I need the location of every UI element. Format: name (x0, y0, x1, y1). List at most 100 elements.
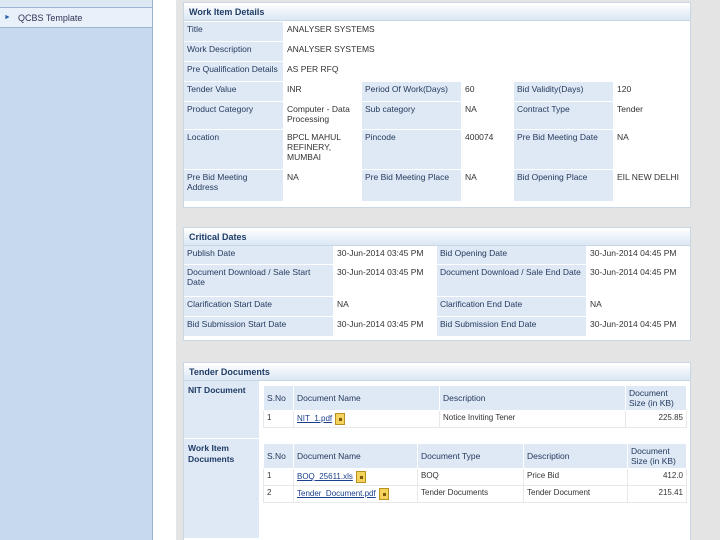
col-description: Description (439, 385, 626, 411)
product-category-value: Computer - Data Processing (284, 102, 362, 130)
left-sidebar: ► QCBS Template (0, 0, 153, 540)
bid-opening-date-value: 30-Jun-2014 04:45 PM (587, 246, 688, 265)
sidebar-item-label: QCBS Template (18, 12, 83, 23)
work-description-value: ANALYSER SYSTEMS (284, 42, 690, 62)
prequalification-value: AS PER RFQ (284, 62, 690, 82)
sidebar-top-strip (0, 0, 152, 8)
row-sno: 2 (263, 485, 294, 503)
title-label: Title (184, 22, 284, 42)
row-sno: 1 (263, 468, 294, 486)
nit-document-label: NIT Document (184, 381, 260, 439)
prebid-date-value: NA (614, 130, 690, 170)
row-document-name: BOQ_25611.xls (293, 468, 418, 486)
panel-title: Critical Dates (184, 228, 690, 246)
contract-type-label: Contract Type (514, 102, 614, 130)
prebid-place-value: NA (462, 170, 514, 202)
bid-opening-date-label: Bid Opening Date (437, 246, 587, 265)
clarification-start-value: NA (334, 297, 437, 317)
table-row: 1 NIT_1.pdf Notice Inviting Tener 225.85 (263, 410, 687, 428)
work-item-details-panel: Work Item Details Title ANALYSER SYSTEMS… (183, 2, 691, 208)
col-document-name: Document Name (293, 385, 440, 411)
tender-value-label: Tender Value (184, 82, 284, 102)
row-description: Tender Document (523, 485, 628, 503)
row-size: 215.41 (627, 485, 687, 503)
arrow-right-icon: ► (4, 14, 11, 21)
nit-document-block: NIT Document S.No Document Name Descript… (184, 381, 690, 439)
work-description-label: Work Description (184, 42, 284, 62)
document-link[interactable]: BOQ_25611.xls (297, 472, 353, 481)
col-sno: S.No (263, 443, 294, 469)
row-description: Price Bid (523, 468, 628, 486)
bid-submission-end-label: Bid Submission End Date (437, 317, 587, 337)
prequalification-label: Pre Qualification Details (184, 62, 284, 82)
prebid-address-value: NA (284, 170, 362, 202)
document-link[interactable]: Tender_Document.pdf (297, 489, 376, 498)
bid-validity-label: Bid Validity(Days) (514, 82, 614, 102)
doc-download-start-label: Document Download / Sale Start Date (184, 265, 334, 297)
tender-documents-panel: Tender Documents NIT Document S.No Docum… (183, 362, 691, 540)
nit-document-table-wrap: S.No Document Name Description Document … (260, 381, 690, 439)
product-category-label: Product Category (184, 102, 284, 130)
row-description: Notice Inviting Tener (439, 410, 626, 428)
row-document-name: Tender_Document.pdf (293, 485, 418, 503)
location-label: Location (184, 130, 284, 170)
work-item-documents-table: S.No Document Name Document Type Descrip… (263, 443, 687, 503)
prebid-address-label: Pre Bid Meeting Address (184, 170, 284, 202)
bid-opening-place-value: EIL NEW DELHI (614, 170, 690, 202)
table-row: 1 BOQ_25611.xls BOQ Price Bid 412.0 (263, 468, 687, 486)
download-icon[interactable] (335, 413, 346, 425)
publish-date-value: 30-Jun-2014 03:45 PM (334, 246, 437, 265)
bid-opening-place-label: Bid Opening Place (514, 170, 614, 202)
table-row: 2 Tender_Document.pdf Tender Documents T… (263, 485, 687, 503)
sub-category-label: Sub category (362, 102, 462, 130)
clarification-end-value: NA (587, 297, 688, 317)
panel-title: Tender Documents (184, 363, 690, 381)
clarification-start-label: Clarification Start Date (184, 297, 334, 317)
row-size: 412.0 (627, 468, 687, 486)
col-sno: S.No (263, 385, 294, 411)
prebid-place-label: Pre Bid Meeting Place (362, 170, 462, 202)
col-document-name: Document Name (293, 443, 418, 469)
doc-download-start-value: 30-Jun-2014 03:45 PM (334, 265, 437, 297)
col-document-type: Document Type (417, 443, 524, 469)
col-document-size: Document Size (in KB) (627, 443, 687, 469)
period-label: Period Of Work(Days) (362, 82, 462, 102)
gutter (154, 0, 176, 540)
row-size: 225.85 (625, 410, 687, 428)
work-item-documents-table-wrap: S.No Document Name Document Type Descrip… (260, 439, 690, 539)
doc-download-end-label: Document Download / Sale End Date (437, 265, 587, 297)
bid-submission-end-value: 30-Jun-2014 04:45 PM (587, 317, 688, 337)
bid-submission-start-value: 30-Jun-2014 03:45 PM (334, 317, 437, 337)
col-description: Description (523, 443, 628, 469)
tender-value: INR (284, 82, 362, 102)
doc-download-end-value: 30-Jun-2014 04:45 PM (587, 265, 688, 297)
clarification-end-label: Clarification End Date (437, 297, 587, 317)
critical-dates-panel: Critical Dates Publish Date 30-Jun-2014 … (183, 227, 691, 341)
title-value: ANALYSER SYSTEMS (284, 22, 690, 42)
location-value: BPCL MAHUL REFINERY, MUMBAI (284, 130, 362, 170)
prebid-date-label: Pre Bid Meeting Date (514, 130, 614, 170)
work-item-table: Title ANALYSER SYSTEMS Work Description … (184, 22, 690, 202)
publish-date-label: Publish Date (184, 246, 334, 265)
pincode-value: 400074 (462, 130, 514, 170)
document-link[interactable]: NIT_1.pdf (297, 414, 332, 423)
bid-submission-start-label: Bid Submission Start Date (184, 317, 334, 337)
download-icon[interactable] (378, 488, 389, 500)
download-icon[interactable] (355, 471, 366, 483)
work-item-documents-label: Work Item Documents (184, 439, 260, 539)
panel-title: Work Item Details (184, 3, 690, 21)
period-value: 60 (462, 82, 514, 102)
row-document-name: NIT_1.pdf (293, 410, 440, 428)
row-document-type: BOQ (417, 468, 524, 486)
sidebar-item-qcbs-template[interactable]: ► QCBS Template (0, 8, 152, 28)
pincode-label: Pincode (362, 130, 462, 170)
main-content: Work Item Details Title ANALYSER SYSTEMS… (176, 0, 720, 540)
critical-dates-table: Publish Date 30-Jun-2014 03:45 PM Bid Op… (184, 246, 690, 337)
sub-category-value: NA (462, 102, 514, 130)
contract-type-value: Tender (614, 102, 690, 130)
nit-document-table: S.No Document Name Description Document … (263, 385, 687, 428)
work-item-documents-block: Work Item Documents S.No Document Name D… (184, 439, 690, 539)
row-sno: 1 (263, 410, 294, 428)
col-document-size: Document Size (in KB) (625, 385, 687, 411)
bid-validity-value: 120 (614, 82, 690, 102)
